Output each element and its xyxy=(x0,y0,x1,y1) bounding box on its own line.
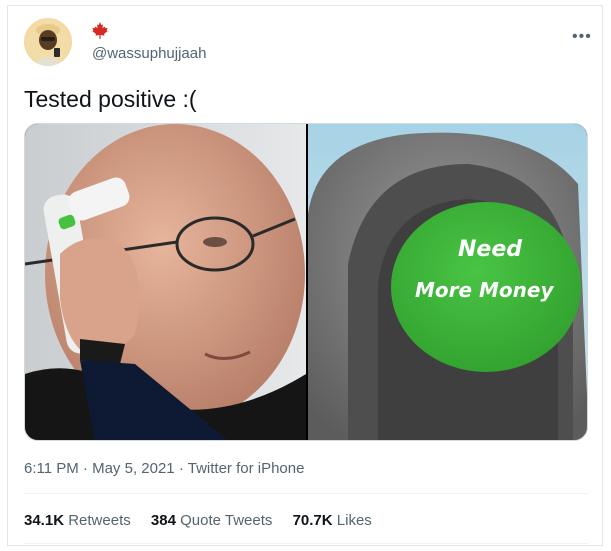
divider xyxy=(24,543,588,544)
quote-tweets-count: 384 xyxy=(150,512,176,529)
avatar-image xyxy=(24,18,72,66)
tweet-stats: 34.1K Retweets 384 Quote Tweets 70.7K Li… xyxy=(24,512,388,529)
tweet-date[interactable]: May 5, 2021 xyxy=(92,460,175,477)
likes-label: Likes xyxy=(336,512,372,529)
canada-maple-leaf-icon xyxy=(92,22,108,42)
avatar[interactable] xyxy=(24,18,72,66)
photo-man-thermometer[interactable] xyxy=(25,124,306,440)
tweet-time[interactable]: 6:11 PM xyxy=(24,460,79,477)
button-text-line2: More Money xyxy=(415,278,554,302)
tweet-source[interactable]: Twitter for iPhone xyxy=(188,460,305,477)
retweets-label: Retweets xyxy=(68,512,131,529)
user-handle[interactable]: @wassuphujjaah xyxy=(92,45,206,62)
meta-dot: · xyxy=(178,460,184,477)
tweet-text: Tested positive :( xyxy=(24,86,197,112)
divider xyxy=(24,493,588,494)
likes-stat[interactable]: 70.7K Likes xyxy=(293,512,372,529)
likes-count: 70.7K xyxy=(292,512,333,529)
meta-dot: · xyxy=(82,460,88,477)
tweet-media[interactable]: Need More Money xyxy=(24,123,588,441)
retweets-count: 34.1K xyxy=(24,512,65,529)
retweets-stat[interactable]: 34.1K Retweets xyxy=(24,512,131,529)
tweet-header: @wassuphujjaah ••• xyxy=(24,18,591,66)
quote-tweets-stat[interactable]: 384 Quote Tweets xyxy=(151,512,272,529)
photo-button-need-more-money[interactable]: Need More Money xyxy=(308,124,587,440)
tweet-meta: 6:11 PM · May 5, 2021 · Twitter for iPho… xyxy=(24,460,304,477)
button-text-line1: Need xyxy=(458,237,522,262)
tweet-card: @wassuphujjaah ••• Tested positive :(Ne… xyxy=(7,5,603,546)
ellipsis-icon[interactable]: ••• xyxy=(572,28,592,46)
quote-tweets-label: Quote Tweets xyxy=(180,512,273,529)
